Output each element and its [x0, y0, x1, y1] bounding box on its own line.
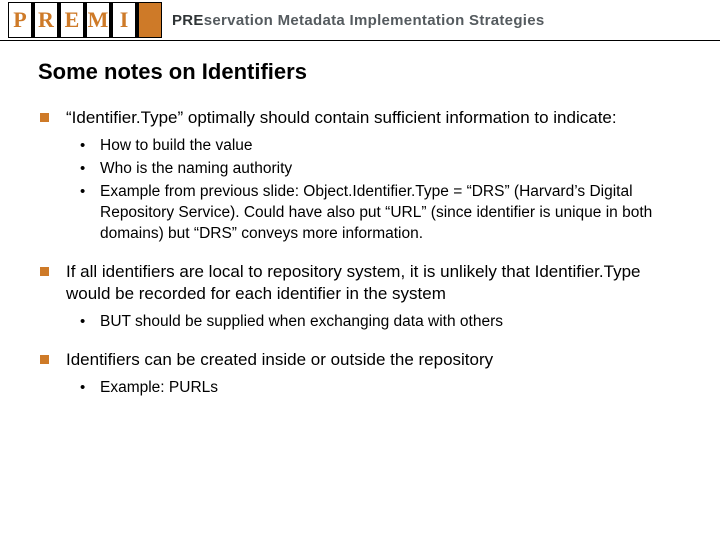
- bullet-item: Identifiers can be created inside or out…: [38, 349, 682, 399]
- tagline-rest: servation Metadata Implementation Strate…: [204, 12, 545, 29]
- logo-letter-s: S: [139, 3, 161, 37]
- header-tagline: PREservation Metadata Implementation Str…: [162, 0, 720, 40]
- bullet-list: “Identifier.Type” optimally should conta…: [38, 107, 682, 399]
- bullet-text: “Identifier.Type” optimally should conta…: [66, 108, 617, 127]
- premis-logo: P R E M I S: [8, 2, 162, 38]
- sub-bullet-item: How to build the value: [78, 136, 682, 157]
- slide-title: Some notes on Identifiers: [38, 59, 682, 85]
- slide-body: Some notes on Identifiers “Identifier.Ty…: [0, 41, 720, 399]
- bullet-text: Identifiers can be created inside or out…: [66, 350, 493, 369]
- bullet-text: If all identifiers are local to reposito…: [66, 262, 640, 304]
- logo-letter-m: M: [87, 3, 109, 37]
- sub-bullet-item: Example: PURLs: [78, 378, 682, 399]
- sub-bullet-list: How to build the value Who is the naming…: [78, 136, 682, 245]
- sub-bullet-item: Who is the naming authority: [78, 159, 682, 180]
- logo-letter-p: P: [9, 3, 31, 37]
- bullet-item: If all identifiers are local to reposito…: [38, 261, 682, 334]
- logo-letter-i: I: [113, 3, 135, 37]
- sub-bullet-list: BUT should be supplied when exchanging d…: [78, 312, 682, 333]
- sub-bullet-item: Example from previous slide: Object.Iden…: [78, 182, 682, 245]
- logo-letter-e: E: [61, 3, 83, 37]
- sub-bullet-item: BUT should be supplied when exchanging d…: [78, 312, 682, 333]
- logo-letter-r: R: [35, 3, 57, 37]
- tagline-prefix: PRE: [172, 12, 204, 29]
- sub-bullet-list: Example: PURLs: [78, 378, 682, 399]
- bullet-item: “Identifier.Type” optimally should conta…: [38, 107, 682, 245]
- header-bar: P R E M I S PREservation Metadata Implem…: [0, 0, 720, 41]
